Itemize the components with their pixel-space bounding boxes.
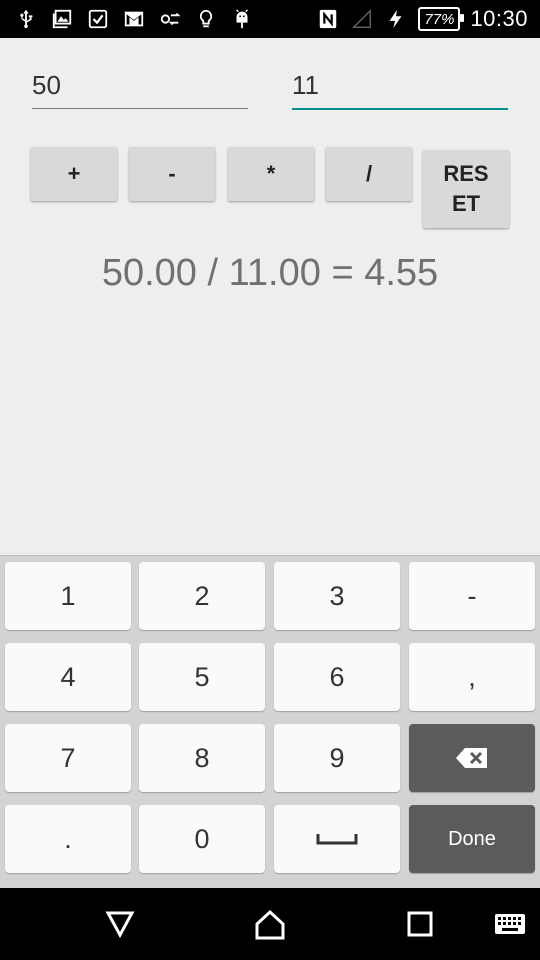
key-8[interactable]: 8 — [139, 724, 265, 792]
battery-indicator: 77% — [418, 7, 465, 31]
key-6[interactable]: 6 — [274, 643, 400, 711]
divide-button[interactable]: / — [326, 147, 412, 201]
backspace-icon — [455, 746, 489, 770]
reset-button[interactable]: RES ET — [423, 150, 509, 228]
result-text: 50.00 / 11.00 = 4.55 — [101, 252, 439, 294]
done-key[interactable]: Done — [409, 805, 535, 873]
subtract-button[interactable]: - — [129, 147, 215, 201]
first-number-input[interactable]: 50 — [32, 62, 248, 109]
gallery-notification-icon — [50, 7, 74, 31]
signal-icon — [350, 7, 374, 31]
key-2[interactable]: 2 — [139, 562, 265, 630]
android-icon — [230, 7, 254, 31]
status-time: 10:30 — [470, 6, 528, 31]
space-key[interactable] — [274, 805, 400, 873]
numeric-keyboard: 1 2 3 - 4 5 6 , 7 8 9 . 0 Done — [0, 555, 540, 889]
gmail-icon — [122, 7, 146, 31]
second-number-input[interactable]: 11 — [292, 62, 508, 110]
key-minus[interactable]: - — [409, 562, 535, 630]
number-inputs: 50 11 — [32, 62, 508, 114]
back-icon[interactable] — [100, 906, 140, 942]
backspace-key[interactable] — [409, 724, 535, 792]
reset-label-line2: ET — [451, 191, 481, 216]
operator-buttons: + - * / RES ET — [31, 147, 509, 231]
nfc-icon — [316, 7, 340, 31]
key-period[interactable]: . — [5, 805, 131, 873]
key-7[interactable]: 7 — [5, 724, 131, 792]
status-bar: 77% 10:30 — [0, 0, 540, 38]
keyboard-icon[interactable] — [490, 906, 530, 942]
key-0[interactable]: 0 — [139, 805, 265, 873]
space-bar-icon — [316, 832, 358, 846]
home-icon[interactable] — [250, 906, 290, 942]
key-1[interactable]: 1 — [5, 562, 131, 630]
checkbox-notification-icon — [86, 7, 110, 31]
key-9[interactable]: 9 — [274, 724, 400, 792]
key-5[interactable]: 5 — [139, 643, 265, 711]
reset-label-line1: RES — [443, 161, 489, 186]
key-3[interactable]: 3 — [274, 562, 400, 630]
key-4[interactable]: 4 — [5, 643, 131, 711]
add-button[interactable]: + — [31, 147, 117, 201]
recents-icon[interactable] — [400, 906, 440, 942]
key-comma[interactable]: , — [409, 643, 535, 711]
navigation-bar — [0, 888, 540, 960]
calculator-screen: 77% 10:30 50 11 + - * / RES ET 50.00 / 1… — [0, 0, 540, 960]
charging-icon — [384, 7, 408, 31]
lightbulb-icon — [194, 7, 218, 31]
usb-icon — [14, 7, 38, 31]
data-sync-icon — [158, 7, 182, 31]
multiply-button[interactable]: * — [228, 147, 314, 201]
